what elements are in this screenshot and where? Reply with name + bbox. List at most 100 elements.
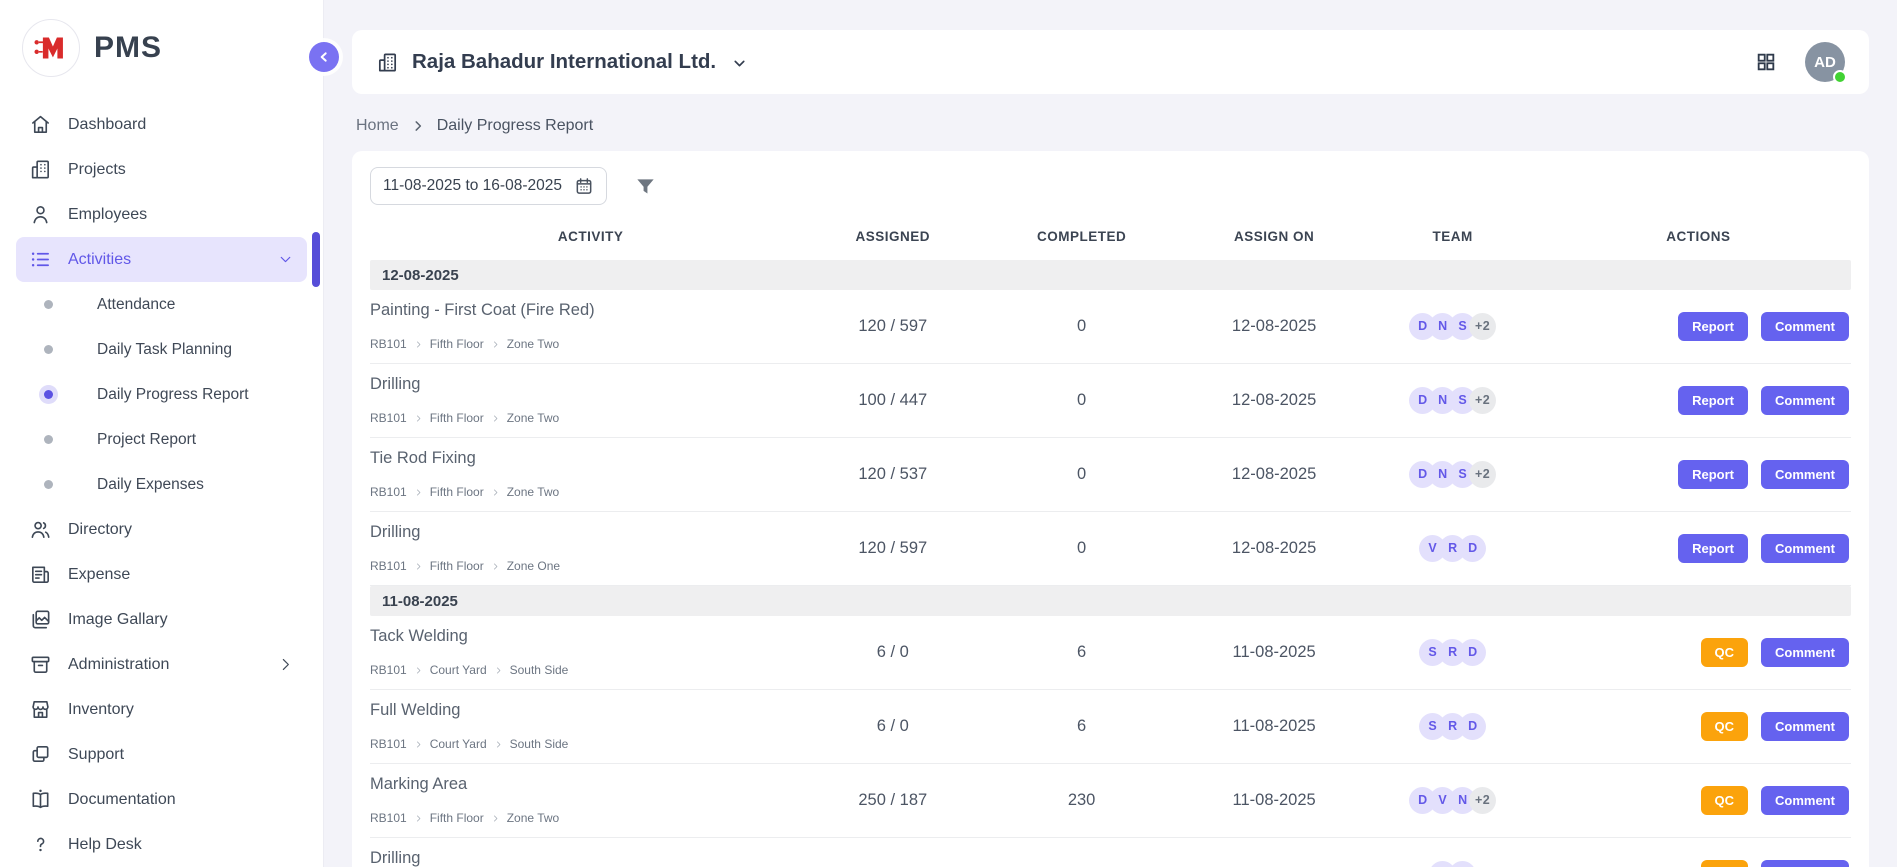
team-member-badge: D <box>1459 713 1486 740</box>
chevron-down-icon <box>731 54 748 71</box>
inventory-icon <box>29 698 52 721</box>
comment-button[interactable]: Comment <box>1761 460 1849 489</box>
topbar-right: AD <box>1755 42 1845 82</box>
activity-path: RB101Court YardSouth Side <box>370 737 801 751</box>
comment-button[interactable]: Comment <box>1761 638 1849 667</box>
assigned-value: 100 / 447 <box>811 391 974 410</box>
report-button[interactable]: Report <box>1678 460 1748 489</box>
qc-button[interactable]: QC <box>1701 786 1749 815</box>
column-header-actions: ACTIONS <box>1546 229 1851 244</box>
avatar-initials: AD <box>1814 54 1836 71</box>
activities-icon <box>29 248 52 271</box>
table-header: ACTIVITYASSIGNEDCOMPLETEDASSIGN ONTEAMAC… <box>370 205 1851 260</box>
path-segment: Zone Two <box>507 337 559 351</box>
apps-grid-icon[interactable] <box>1755 51 1777 73</box>
sidebar-item-label: Documentation <box>68 791 176 809</box>
sidebar-item-expense[interactable]: Expense <box>16 552 307 597</box>
sidebar-collapse-button[interactable] <box>309 42 339 72</box>
row-actions: QC Comment <box>1546 860 1851 867</box>
sidebar-subitem-daily-task-planning[interactable]: Daily Task Planning <box>16 327 307 372</box>
report-button[interactable]: Report <box>1678 386 1748 415</box>
date-group-header: 11-08-2025 <box>370 586 1851 616</box>
path-segment: Fifth Floor <box>430 411 484 425</box>
sidebar-nav: DashboardProjectsEmployeesActivities Att… <box>0 96 323 867</box>
sidebar-item-directory[interactable]: Directory <box>16 507 307 552</box>
completed-value: 6 <box>974 717 1189 736</box>
row-actions: Report Comment <box>1546 534 1851 563</box>
sidebar-subitem-attendance[interactable]: Attendance <box>16 282 307 327</box>
brand-name: PMS <box>94 31 162 65</box>
sidebar-item-support[interactable]: Support <box>16 732 307 777</box>
row-actions: Report Comment <box>1546 460 1851 489</box>
sidebar-item-dashboard[interactable]: Dashboard <box>16 102 307 147</box>
comment-button[interactable]: Comment <box>1761 386 1849 415</box>
report-button[interactable]: Report <box>1678 312 1748 341</box>
sidebar-item-employees[interactable]: Employees <box>16 192 307 237</box>
chevron-right-icon <box>414 666 423 675</box>
report-card: 11-08-2025 to 16-08-2025 ACTIVITYASSIGNE… <box>352 151 1869 867</box>
app-logo-icon <box>22 19 80 77</box>
table-row: Drilling RB101Fifth FloorZone Two 100 / … <box>370 364 1851 438</box>
activity-title: Full Welding <box>370 701 801 720</box>
column-header-assign-on: ASSIGN ON <box>1189 229 1359 244</box>
bullet-icon <box>44 390 53 399</box>
report-button[interactable]: Report <box>1678 534 1748 563</box>
qc-button[interactable]: QC <box>1701 638 1749 667</box>
chevron-right-icon <box>277 656 294 673</box>
comment-button[interactable]: Comment <box>1761 712 1849 741</box>
sidebar-item-image-gallary[interactable]: Image Gallary <box>16 597 307 642</box>
path-segment: RB101 <box>370 559 407 573</box>
breadcrumb-home[interactable]: Home <box>356 117 399 135</box>
activity-title: Tack Welding <box>370 627 801 646</box>
sidebar-item-label: Help Desk <box>68 836 142 854</box>
completed-value: 0 <box>974 465 1189 484</box>
comment-button[interactable]: Comment <box>1761 534 1849 563</box>
building-icon <box>376 51 399 74</box>
sidebar-subitem-daily-progress-report[interactable]: Daily Progress Report <box>16 372 307 417</box>
assign-on-value: 12-08-2025 <box>1189 391 1359 410</box>
sidebar-subitem-label: Project Report <box>97 431 196 449</box>
sidebar-item-inventory[interactable]: Inventory <box>16 687 307 732</box>
row-actions: QC Comment <box>1546 638 1851 667</box>
activity-title: Tie Rod Fixing <box>370 449 801 468</box>
sidebar-item-activities[interactable]: Activities <box>16 237 307 282</box>
sidebar-item-help-desk[interactable]: Help Desk <box>16 822 307 867</box>
company-selector[interactable]: Raja Bahadur International Ltd. <box>376 50 748 74</box>
qc-button[interactable]: QC <box>1701 860 1749 867</box>
sidebar-item-label: Inventory <box>68 701 134 719</box>
team-avatars: DNS+2 <box>1359 461 1546 488</box>
topbar: Raja Bahadur International Ltd. AD <box>352 30 1869 94</box>
sidebar-item-administration[interactable]: Administration <box>16 642 307 687</box>
chevron-right-icon <box>411 119 425 133</box>
path-segment: Zone One <box>507 559 560 573</box>
completed-value: 0 <box>974 391 1189 410</box>
sidebar-subitem-daily-expenses[interactable]: Daily Expenses <box>16 462 307 507</box>
filter-icon[interactable] <box>634 175 657 198</box>
table-row: Full Welding RB101Court YardSouth Side 6… <box>370 690 1851 764</box>
breadcrumb: Home Daily Progress Report <box>356 117 1865 135</box>
comment-button[interactable]: Comment <box>1761 860 1849 867</box>
chevron-right-icon <box>491 488 500 497</box>
sidebar-item-label: Image Gallary <box>68 611 168 629</box>
sidebar-item-projects[interactable]: Projects <box>16 147 307 192</box>
comment-button[interactable]: Comment <box>1761 312 1849 341</box>
online-status-dot <box>1833 70 1847 84</box>
bullet-icon <box>44 435 53 444</box>
team-member-badge: +2 <box>1469 313 1496 340</box>
chevron-right-icon <box>414 488 423 497</box>
qc-button[interactable]: QC <box>1701 712 1749 741</box>
row-actions: Report Comment <box>1546 386 1851 415</box>
sidebar-item-documentation[interactable]: Documentation <box>16 777 307 822</box>
activity-path: RB101Fifth FloorZone Two <box>370 811 801 825</box>
sidebar-subitem-project-report[interactable]: Project Report <box>16 417 307 462</box>
path-segment: RB101 <box>370 485 407 499</box>
activity-title: Drilling <box>370 523 801 542</box>
row-actions: QC Comment <box>1546 786 1851 815</box>
date-range-input[interactable]: 11-08-2025 to 16-08-2025 <box>370 167 607 205</box>
user-avatar[interactable]: AD <box>1805 42 1845 82</box>
sidebar-item-label: Directory <box>68 521 132 539</box>
path-segment: South Side <box>510 737 569 751</box>
chevron-right-icon <box>491 340 500 349</box>
chevron-right-icon <box>491 414 500 423</box>
comment-button[interactable]: Comment <box>1761 786 1849 815</box>
